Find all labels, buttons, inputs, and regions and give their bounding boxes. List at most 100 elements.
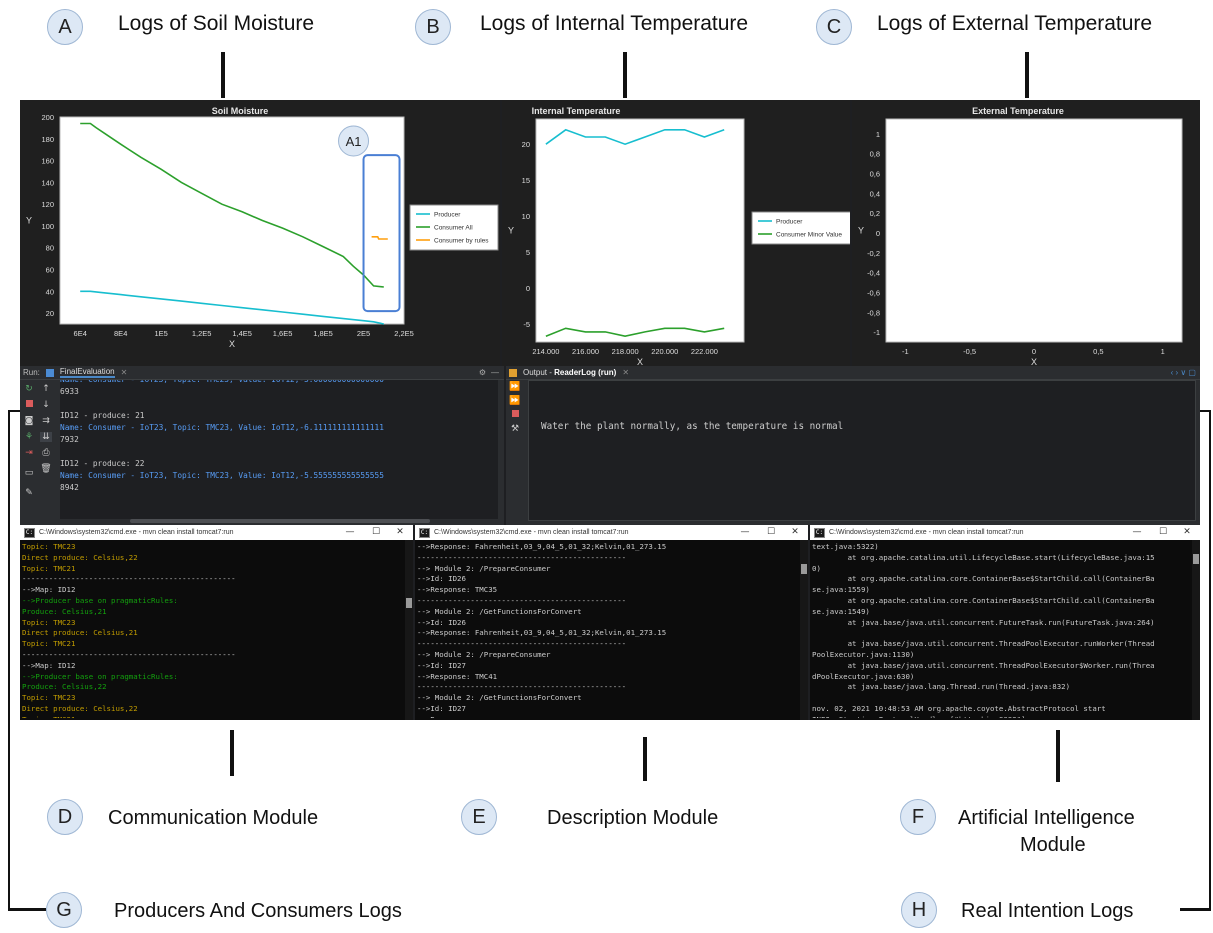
close-button[interactable]: ✕	[784, 525, 806, 540]
rerun-icon[interactable]: ↻	[23, 384, 35, 394]
output-message: Water the plant normally, as the tempera…	[541, 421, 844, 432]
debug-icon[interactable]: ⚘	[23, 432, 35, 442]
cmd-output[interactable]: -->Response: Fahrenheit,03_9,04_5,01_32;…	[417, 542, 798, 718]
run-toolbar: ↻ ◙ ⚘ ⇥ ▭ ✎ ↑ ↓ ⇉ ⇊ ⎙ 🗑	[20, 380, 56, 525]
exit-icon[interactable]: ⇥	[23, 448, 35, 458]
horizontal-scrollbar[interactable]	[130, 519, 430, 523]
vertical-scrollbar[interactable]	[405, 540, 413, 720]
trash-icon[interactable]: 🗑	[40, 464, 52, 474]
output-console[interactable]: Water the plant normally, as the tempera…	[528, 380, 1196, 521]
console-line: se.java:1549)	[812, 606, 870, 616]
console-line: Topic: TMC23	[22, 542, 76, 551]
cmd-icon: C:	[24, 527, 35, 538]
run-tab[interactable]: FinalEvaluation	[59, 367, 115, 378]
console-line: Name: Consumer - IoT23, Topic: TMC23, Va…	[60, 471, 384, 480]
y-tick-label: 1	[876, 130, 880, 139]
connector-e	[643, 737, 647, 781]
scroll-thumb[interactable]	[801, 564, 807, 574]
console-line: at java.base/java.util.concurrent.Future…	[812, 617, 1155, 627]
run-again-icon[interactable]: ⏩	[509, 382, 521, 392]
x-tick-label: -1	[902, 347, 909, 356]
scroll-thumb[interactable]	[406, 598, 412, 608]
x-tick-label: 1,4E5	[232, 329, 252, 338]
cmd-icon: C:	[814, 527, 825, 538]
console-line: 0)	[812, 563, 821, 573]
console-line: 7932	[60, 435, 79, 444]
y-tick-label: -0,4	[867, 269, 880, 278]
screenshot-area: Soil Moisture 6E4 8E4 1E5 1,2E5 1,4E5 1,6E5 1,…	[20, 100, 1200, 720]
vertical-scrollbar[interactable]	[800, 540, 808, 720]
console-line: -->Producer base on pragmaticRules:	[22, 595, 178, 605]
stop-icon[interactable]	[23, 400, 35, 410]
maximize-button[interactable]: ☐	[1152, 525, 1174, 540]
connector-f	[1056, 730, 1060, 782]
legend-entry: Consumer Minor Value	[776, 232, 842, 239]
up-arrow-icon[interactable]: ↑	[40, 384, 52, 394]
console-line: se.java:1559)	[812, 585, 870, 595]
maximize-button[interactable]: ☐	[365, 525, 387, 540]
label-external-temperature-logs: Logs of External Temperature	[877, 12, 1153, 35]
y-tick-label: 0,2	[870, 209, 880, 218]
y-tick-label: -0,8	[867, 308, 880, 317]
close-button[interactable]: ✕	[1176, 525, 1198, 540]
cmd-title: C:\Windows\system32\cmd.exe - mvn clean …	[829, 529, 1024, 536]
vertical-scrollbar[interactable]	[1192, 540, 1200, 720]
output-tab-prefix: Output -	[523, 368, 555, 377]
y-tick-label: 140	[41, 178, 54, 187]
output-panel-header: Output - ReaderLog (run) ✕ ‹ › ∨ ▢	[506, 366, 1200, 380]
console-line: --> Module 2: /PrepareConsumer	[417, 649, 551, 659]
close-tab-icon[interactable]: ✕	[121, 368, 128, 377]
console-line: ----------------------------------------…	[417, 595, 627, 605]
print-icon[interactable]: ⎙	[40, 448, 52, 458]
y-tick-label: 80	[46, 244, 54, 253]
y-tick-label: 40	[46, 287, 54, 296]
cmd-output[interactable]: text.java:5322) at org.apache.catalina.u…	[812, 542, 1190, 718]
close-tab-icon[interactable]: ✕	[622, 368, 629, 377]
run-forward-icon[interactable]: ⏩	[509, 396, 521, 406]
minimize-icon[interactable]: —	[491, 368, 499, 377]
x-tick-label: 0	[1032, 347, 1036, 356]
y-tick-label: 0,6	[870, 170, 880, 179]
gear-icon[interactable]: ⚙	[479, 368, 486, 377]
layout-icon[interactable]: ▭	[23, 468, 35, 478]
soft-wrap-icon[interactable]: ⇉	[40, 416, 52, 426]
stop-icon[interactable]	[509, 410, 521, 420]
console-line: at java.base/java.util.concurrent.Thread…	[812, 639, 1155, 649]
console-line: --> Module 2: /GetFunctionsForConvert	[417, 606, 582, 616]
run-console[interactable]: Name: Consumer - IoT23, Topic: TMC23, Va…	[60, 380, 498, 519]
camera-icon[interactable]: ◙	[23, 416, 35, 426]
label-producers-consumers-logs: Producers And Consumers Logs	[114, 900, 402, 922]
console-line: --> Module 2: /PrepareConsumer	[417, 563, 551, 573]
x-tick-label: 1,6E5	[273, 329, 293, 338]
down-arrow-icon[interactable]: ↓	[40, 400, 52, 410]
console-line: Produce: Celsius,22	[22, 682, 107, 692]
minimize-button[interactable]: —	[339, 525, 361, 540]
minimize-button[interactable]: —	[734, 525, 756, 540]
console-line: ----------------------------------------…	[22, 649, 236, 659]
x-tick-label: 220.000	[651, 347, 678, 356]
pin-icon[interactable]: ✎	[23, 488, 35, 498]
panel-controls[interactable]: ‹ › ∨ ▢	[1171, 368, 1196, 377]
y-tick-label: 10	[522, 212, 530, 221]
y-tick-label: 5	[526, 248, 530, 257]
console-line: text.java:5322)	[812, 542, 879, 551]
y-tick-label: 200	[41, 113, 54, 122]
legend-entry: Consumer All	[434, 225, 473, 232]
y-tick-label: -1	[873, 328, 880, 337]
scroll-thumb[interactable]	[1193, 554, 1199, 564]
cmd-output[interactable]: Topic: TMC23 Direct produce: Celsius,22 To…	[22, 542, 403, 718]
close-button[interactable]: ✕	[389, 525, 411, 540]
label-communication-module: Communication Module	[108, 807, 319, 829]
console-line: ----------------------------------------…	[22, 574, 236, 584]
console-line: Topic: TMC21	[22, 715, 403, 718]
console-line: -->Id: ID27	[417, 660, 466, 670]
maximize-button[interactable]: ☐	[760, 525, 782, 540]
settings-icon[interactable]: ⚒	[509, 424, 521, 434]
output-tab[interactable]: Output - ReaderLog (run)	[523, 368, 616, 377]
x-tick-label: 1	[1161, 347, 1165, 356]
minimize-button[interactable]: —	[1126, 525, 1148, 540]
scroll-end-icon[interactable]: ⇊	[40, 432, 52, 442]
console-line: ----------------------------------------…	[417, 552, 627, 562]
